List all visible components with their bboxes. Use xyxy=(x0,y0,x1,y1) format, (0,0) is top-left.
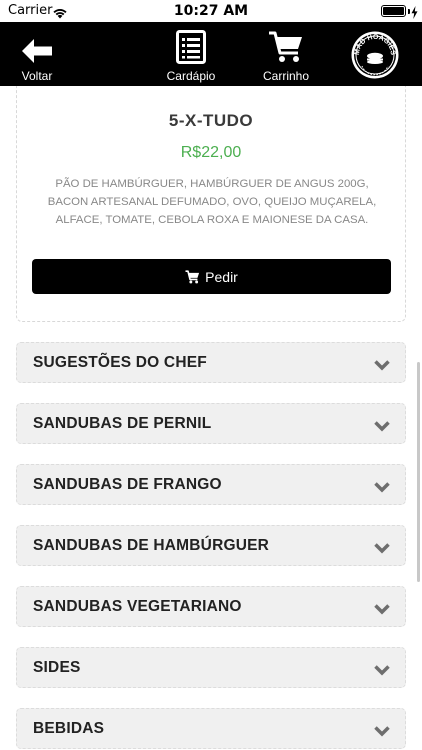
chevron-down-icon xyxy=(374,722,390,741)
category-label: BEBIDAS xyxy=(33,720,105,737)
category-label: SIDES xyxy=(33,659,81,676)
cart-icon xyxy=(185,269,200,284)
charging-icon xyxy=(411,4,418,23)
category-bebidas[interactable]: BEBIDAS xyxy=(16,708,406,749)
category-label: SANDUBAS VEGETARIANO xyxy=(33,598,242,615)
chevron-down-icon xyxy=(374,539,390,558)
battery-icon xyxy=(381,5,406,17)
category-sandubas-vegetariano[interactable]: SANDUBAS VEGETARIANO xyxy=(16,586,406,627)
category-label: SANDUBAS DE HAMBÚRGUER xyxy=(33,537,270,554)
cart-button[interactable]: Carrinho xyxy=(253,22,319,86)
order-button-label: Pedir xyxy=(205,268,238,285)
scroll-indicator[interactable] xyxy=(417,362,420,582)
chevron-down-icon xyxy=(374,661,390,680)
top-nav-bar: Voltar Cardápio Carrinho MAD HOAGIES xyxy=(0,22,422,86)
battery-level xyxy=(383,7,404,15)
menu-label: Cardápio xyxy=(166,69,216,83)
back-label: Voltar xyxy=(21,69,53,83)
category-sandubas-de-frango[interactable]: SANDUBAS DE FRANGO xyxy=(16,464,406,505)
chevron-down-icon xyxy=(374,356,390,375)
menu-list-icon xyxy=(176,22,206,64)
chevron-down-icon xyxy=(374,478,390,497)
cart-label: Carrinho xyxy=(262,69,310,83)
category-label: SANDUBAS DE FRANGO xyxy=(33,476,222,493)
category-sugestoes-do-chef[interactable]: SUGESTÕES DO CHEF xyxy=(16,342,406,383)
cart-icon xyxy=(268,22,304,64)
status-bar: Carrier 10:27 AM xyxy=(0,0,422,22)
product-card: 5-X-TUDO R$22,00 PÃO DE HAMBÚRGUER, HAMB… xyxy=(16,86,406,322)
order-button[interactable]: Pedir xyxy=(32,259,391,294)
category-sides[interactable]: SIDES xyxy=(16,647,406,688)
back-button[interactable]: Voltar xyxy=(6,22,68,86)
product-description: PÃO DE HAMBÚRGUER, HAMBÚRGUER DE ANGUS 2… xyxy=(47,178,377,226)
category-sandubas-de-hamburguer[interactable]: SANDUBAS DE HAMBÚRGUER xyxy=(16,525,406,566)
status-time: 10:27 AM xyxy=(173,3,249,19)
chevron-down-icon xyxy=(374,600,390,619)
product-name: 5-X-TUDO xyxy=(168,111,254,130)
menu-content[interactable]: 5-X-TUDO R$22,00 PÃO DE HAMBÚRGUER, HAMB… xyxy=(0,86,422,750)
category-label: SANDUBAS DE PERNIL xyxy=(33,415,212,432)
category-sandubas-de-pernil[interactable]: SANDUBAS DE PERNIL xyxy=(16,403,406,444)
category-label: SUGESTÕES DO CHEF xyxy=(33,354,207,371)
battery-tip xyxy=(408,9,410,14)
product-price: R$22,00 xyxy=(180,144,242,161)
back-arrow-icon xyxy=(21,22,53,64)
brand-logo: MAD HOAGIES xyxy=(350,30,400,80)
chevron-down-icon xyxy=(374,417,390,436)
menu-button[interactable]: Cardápio xyxy=(158,22,224,86)
